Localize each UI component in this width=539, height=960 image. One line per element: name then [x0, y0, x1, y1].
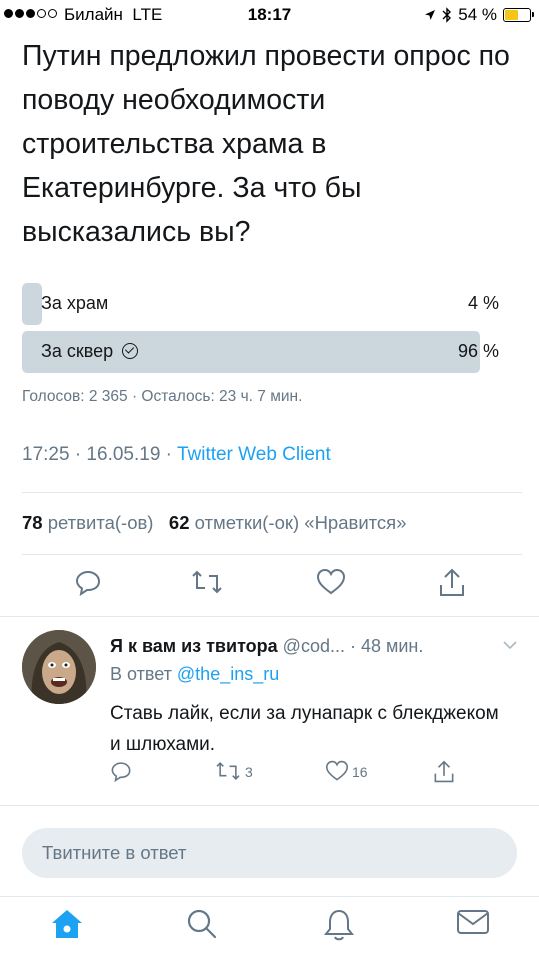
retweet-icon[interactable] — [191, 568, 223, 596]
search-icon[interactable] — [186, 908, 218, 940]
reply-compose[interactable] — [22, 828, 517, 878]
tabbar-divider — [0, 896, 539, 897]
tab-bar — [0, 898, 539, 960]
divider — [0, 805, 539, 806]
home-icon[interactable] — [50, 908, 84, 940]
reply-author-name: Я к вам из твитора — [110, 636, 278, 656]
chevron-down-icon[interactable] — [503, 640, 517, 650]
in-reply-prefix: В ответ — [110, 664, 172, 684]
tweet-timestamp: 17:25 · 16.05.19 · Twitter Web Client — [22, 444, 331, 466]
checkmark-icon — [122, 343, 139, 359]
retweet-icon[interactable] — [215, 760, 241, 782]
divider — [22, 492, 522, 493]
likes-label: отметки(-ок) «Нравится» — [194, 512, 407, 533]
reply-icon[interactable] — [74, 568, 102, 596]
poll-meta: Голосов: 2 365 · Осталось: 23 ч. 7 мин. — [22, 388, 303, 405]
poll-option-percent: 96 % — [457, 341, 499, 361]
share-icon[interactable] — [438, 568, 466, 598]
tweet-text: Путин предложил провести опрос по поводу… — [22, 40, 510, 248]
battery-percent: 54 % — [458, 5, 497, 24]
status-bar: Билайн LTE 18:17 54 % — [0, 0, 539, 30]
reply-likes-count: 16 — [352, 764, 368, 780]
share-icon[interactable] — [433, 760, 455, 784]
battery-icon — [503, 8, 534, 22]
likes-count: 62 — [168, 512, 190, 533]
retweets-stat[interactable]: 78 ретвита(-ов) — [22, 512, 153, 533]
poll-bar — [22, 283, 42, 325]
likes-stat[interactable]: 62 отметки(-ок) «Нравится» — [169, 512, 407, 533]
avatar[interactable] — [22, 630, 96, 704]
divider — [22, 554, 522, 555]
like-icon[interactable] — [325, 760, 349, 782]
in-reply-to: В ответ @the_ins_ru — [110, 664, 279, 685]
retweets-count: 78 — [22, 512, 43, 533]
avatar-image — [22, 630, 96, 704]
retweets-label: ретвита(-ов) — [47, 512, 154, 533]
in-reply-user-link[interactable]: @the_ins_ru — [177, 664, 279, 684]
reply-author-handle: @cod... — [282, 636, 345, 656]
poll-option-1[interactable]: За храм 4 % — [22, 283, 499, 325]
reply-icon[interactable] — [110, 760, 132, 782]
reply-retweets-count: 3 — [245, 764, 253, 780]
poll-option-label: За сквер — [41, 341, 114, 361]
messages-icon[interactable] — [456, 908, 490, 936]
bluetooth-icon — [442, 7, 452, 23]
reply-author[interactable]: Я к вам из твитора @cod... · 48 мин. — [110, 636, 423, 657]
reply-input[interactable] — [22, 828, 482, 878]
timestamp-text: 17:25 · 16.05.19 · — [22, 444, 177, 465]
notifications-icon[interactable] — [323, 908, 355, 942]
location-icon — [425, 10, 436, 20]
tweet-actions — [0, 568, 539, 608]
client-link[interactable]: Twitter Web Client — [177, 444, 331, 465]
poll-option-label: За храм — [41, 293, 109, 313]
reply-text: Ставь лайк, если за лунапарк с блекджеко… — [110, 703, 499, 755]
reply-actions: 3 16 — [0, 760, 539, 788]
divider — [0, 616, 539, 617]
engagement-counts: 78 ретвита(-ов) 62 отметки(-ок) «Нравитс… — [22, 512, 407, 534]
poll-option-percent: 4 % — [467, 293, 499, 313]
poll-option-label-wrap: За сквер — [41, 341, 139, 362]
like-icon[interactable] — [316, 568, 346, 596]
reply-time: · 48 мин. — [349, 636, 424, 656]
status-right: 54 % — [424, 5, 534, 25]
poll-option-2[interactable]: За сквер 96 % — [22, 331, 499, 373]
